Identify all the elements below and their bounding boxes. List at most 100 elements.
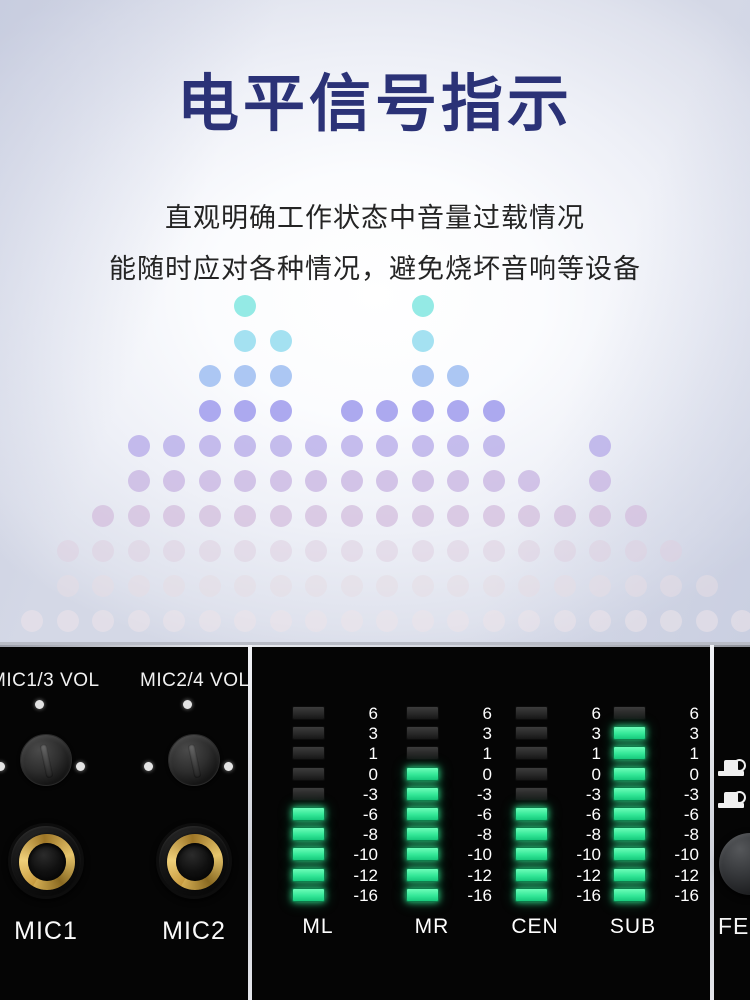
meter-segment <box>613 867 646 882</box>
equalizer-dot <box>447 435 469 457</box>
meter-segment <box>515 827 548 842</box>
equalizer-dot <box>198 470 221 492</box>
equalizer-dot <box>589 575 611 597</box>
meter-scale-label: 3 <box>368 724 378 744</box>
equalizer-dot <box>234 365 256 387</box>
equalizer-dot <box>56 540 79 562</box>
equalizer-dot <box>92 610 114 632</box>
meter-segment <box>406 827 439 842</box>
meter-segment <box>406 786 439 801</box>
equalizer-dot <box>340 470 363 492</box>
equalizer-dot <box>269 330 292 352</box>
equalizer-dot <box>411 470 434 492</box>
meter-segment <box>292 847 325 862</box>
equalizer-dot <box>376 470 398 492</box>
equalizer-dot <box>660 610 682 632</box>
meter-segment <box>406 706 439 720</box>
meter-scale-label: 1 <box>689 744 699 764</box>
meter-segment <box>292 887 325 902</box>
equalizer-dot <box>589 435 611 457</box>
hero-banner: 电平信号指示 直观明确工作状态中音量过载情况 能随时应对各种情况，避免烧坏音响等… <box>0 0 750 642</box>
equalizer-dot <box>447 470 469 492</box>
mic2-volume-knob[interactable] <box>168 734 220 786</box>
meter-scale-label: -12 <box>674 865 699 885</box>
meter-scale-label: -10 <box>467 845 492 865</box>
equalizer-decoration <box>0 280 750 642</box>
equalizer-dot <box>198 505 221 527</box>
equalizer-dot <box>411 540 434 562</box>
meter-segment <box>406 847 439 862</box>
mic2-led-right <box>224 762 233 771</box>
meter-segment <box>515 786 548 801</box>
equalizer-dot <box>198 435 221 457</box>
equalizer-dot <box>127 610 150 632</box>
meter-segment <box>292 726 325 741</box>
equalizer-dot <box>269 505 292 527</box>
equalizer-dot <box>482 575 505 597</box>
meter-channel-label-ml: ML <box>302 915 334 938</box>
mic1-input-jack[interactable] <box>8 823 84 899</box>
mic2-led-top <box>183 700 192 709</box>
equalizer-dot <box>92 575 114 597</box>
equalizer-dot <box>411 295 434 317</box>
equalizer-dot <box>482 470 505 492</box>
meter-segment <box>613 807 646 821</box>
equalizer-dot <box>198 365 221 387</box>
meter-scale-label: -12 <box>353 865 378 885</box>
meter-segment <box>292 746 325 761</box>
meter-segment <box>515 867 548 882</box>
equalizer-dot <box>411 435 434 457</box>
equalizer-dot <box>376 540 398 562</box>
meter-scale-label: 0 <box>482 764 492 784</box>
meter-scale-label: 1 <box>368 744 378 764</box>
equalizer-dot <box>127 575 150 597</box>
equalizer-dot <box>482 540 505 562</box>
meter-scale-label: -3 <box>362 784 378 804</box>
equalizer-dot <box>234 505 256 527</box>
page-title: 电平信号指示 <box>176 70 573 139</box>
meter-segment <box>613 887 646 902</box>
equalizer-dot <box>447 400 469 422</box>
device-front-panel: MIC1/3 VOL MIC2/4 VOL MIC1 MIC2 6 3 1 0 -3 -6… <box>0 642 750 1000</box>
speaker-plug-circle-1 <box>733 759 746 772</box>
equalizer-dot <box>482 400 505 422</box>
equalizer-dot <box>92 505 114 527</box>
meter-scale-label: -8 <box>476 825 492 845</box>
meter-segment <box>613 827 646 842</box>
subtitle-line-1: 直观明确工作状态中音量过载情况 <box>165 203 585 233</box>
equalizer-dot <box>127 505 150 527</box>
meter-segment <box>406 887 439 902</box>
meter-scale-label: -12 <box>576 865 601 885</box>
equalizer-dot <box>269 435 292 457</box>
equalizer-dot <box>482 505 505 527</box>
meter-scale-label: 0 <box>368 764 378 784</box>
speaker-plug-circle-2 <box>733 791 746 804</box>
feedback-knob-label: FE <box>718 913 750 939</box>
mic2-led-left <box>144 762 153 771</box>
equalizer-dot <box>56 610 79 632</box>
meter-segment <box>515 887 548 902</box>
mic2-input-jack[interactable] <box>156 823 232 899</box>
meter-scale-label: -16 <box>674 885 699 905</box>
equalizer-dot <box>234 295 256 317</box>
equalizer-dot <box>198 540 221 562</box>
equalizer-dot <box>56 575 79 597</box>
equalizer-dot <box>589 610 611 632</box>
equalizer-dot <box>624 540 647 562</box>
mic1-volume-knob[interactable] <box>20 734 72 786</box>
equalizer-dot <box>589 505 611 527</box>
equalizer-dot <box>234 610 256 632</box>
equalizer-dot <box>589 540 611 562</box>
meter-scale-label: -6 <box>683 805 699 824</box>
meter-segment <box>292 706 325 720</box>
equalizer-dot <box>518 575 540 597</box>
equalizer-dot <box>127 435 150 457</box>
equalizer-dot <box>731 610 750 632</box>
meter-scale-label: -16 <box>353 885 378 905</box>
meter-scale-label: -8 <box>683 825 699 845</box>
equalizer-dot <box>482 435 505 457</box>
equalizer-dot <box>518 610 540 632</box>
equalizer-dot <box>376 505 398 527</box>
feedback-knob[interactable] <box>719 833 750 895</box>
equalizer-dot <box>411 365 434 387</box>
